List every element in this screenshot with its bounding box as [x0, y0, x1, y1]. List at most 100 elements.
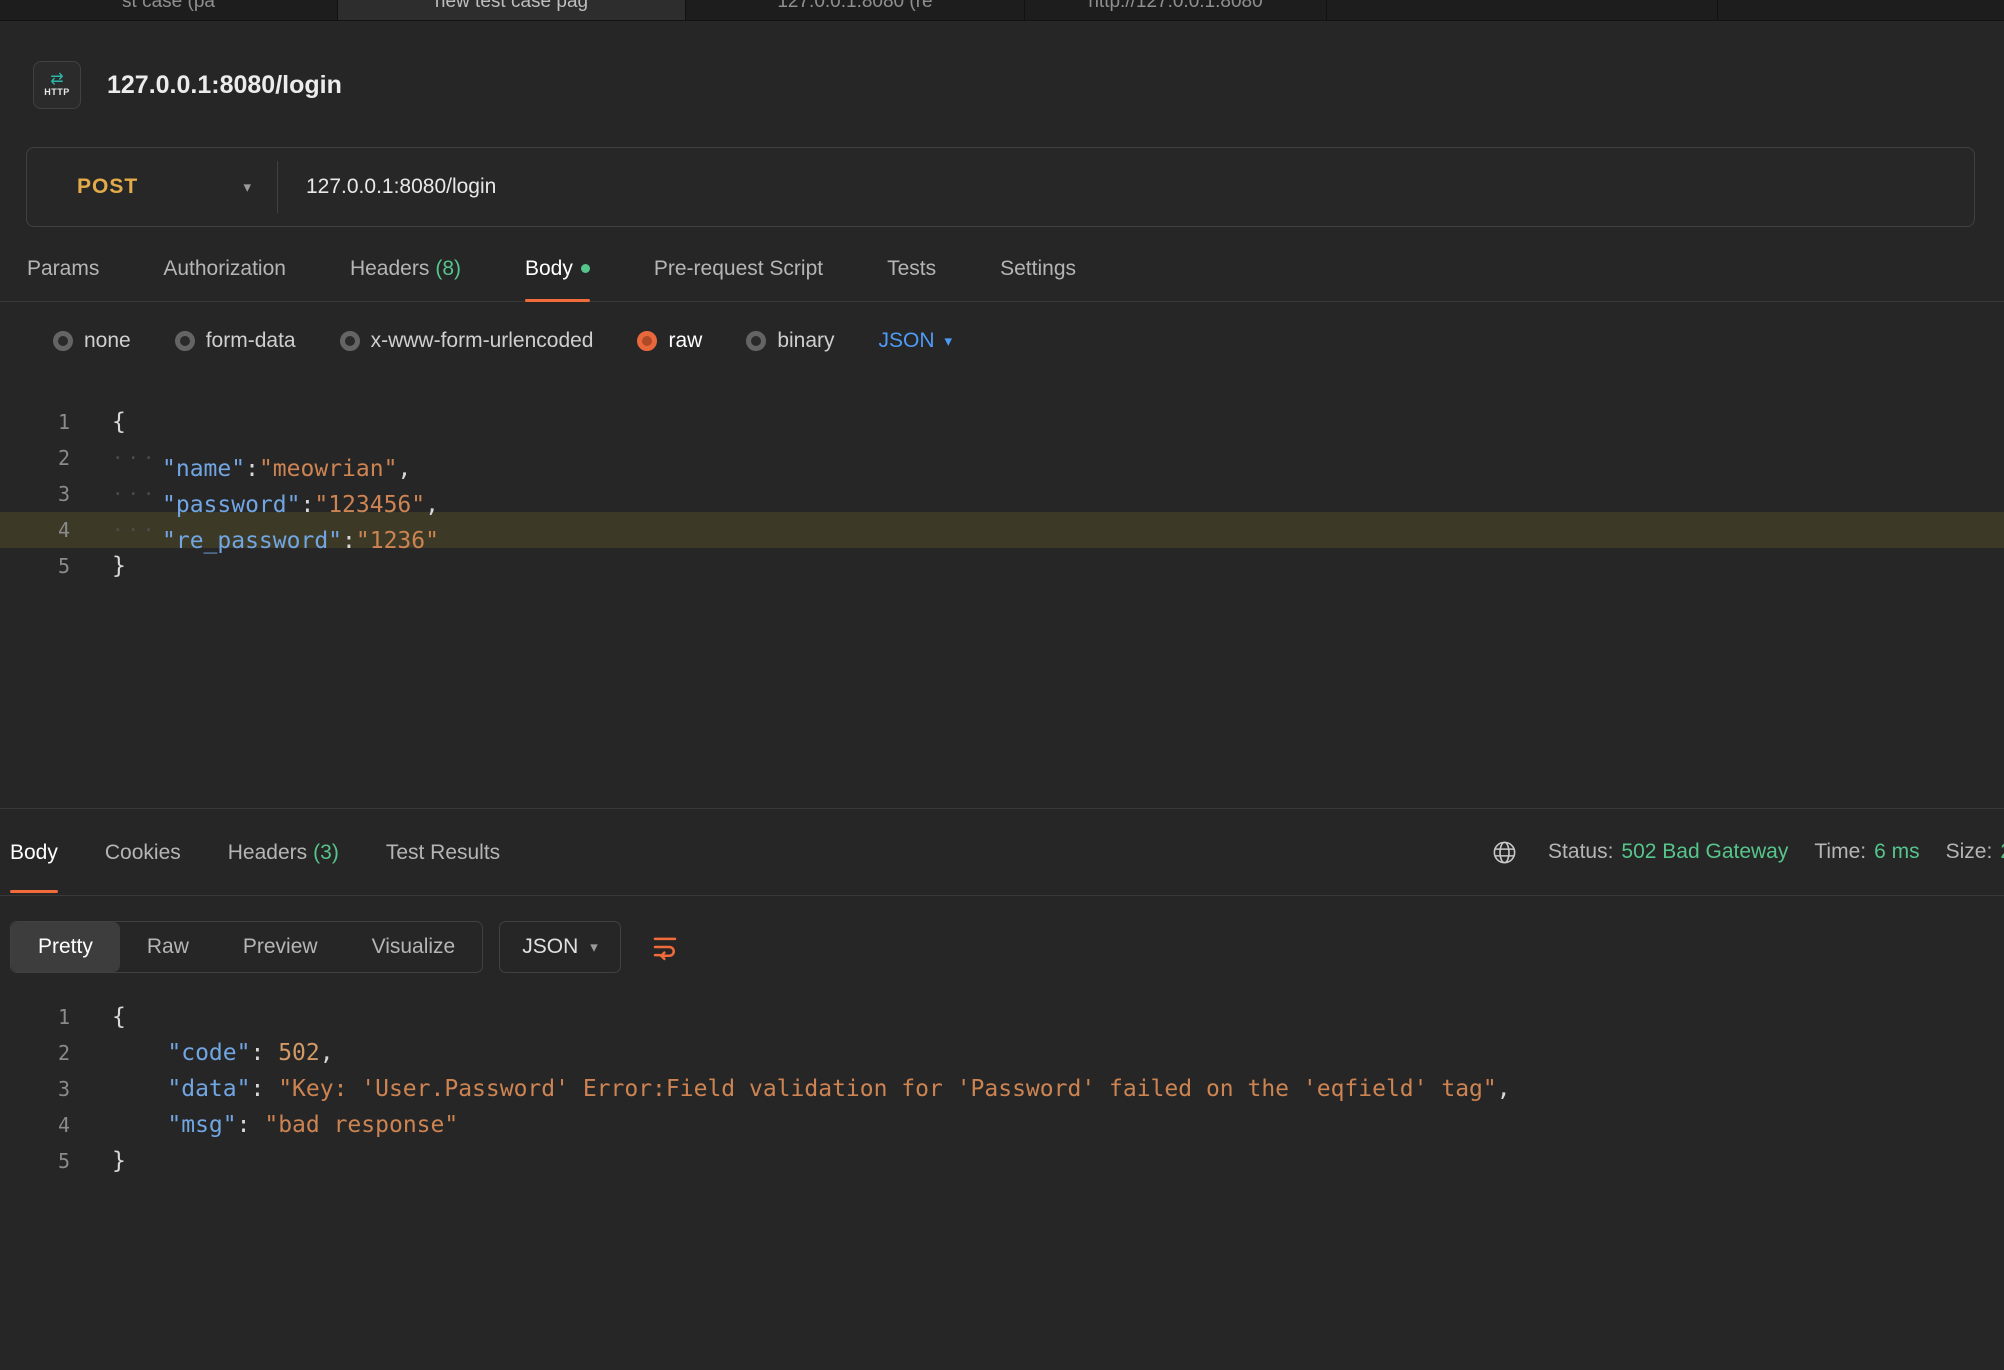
tab-label: Settings	[1000, 257, 1076, 280]
workspace-tab[interactable]: http://127.0.0.1:8080	[1025, 0, 1327, 20]
line-number: 3	[0, 476, 70, 512]
json-number: 502	[278, 1040, 320, 1066]
tab-body[interactable]: Body	[525, 257, 590, 301]
radio-form-data[interactable]: form-data	[175, 329, 296, 353]
line-number: 5	[0, 548, 70, 584]
radio-label: form-data	[206, 329, 296, 353]
json-colon: :	[342, 528, 356, 554]
code-line-highlighted: 4 ···"re_password":"1236"	[0, 512, 2004, 548]
headers-count-badge: (8)	[435, 257, 461, 280]
view-label: Raw	[147, 935, 189, 959]
line-number: 1	[0, 404, 70, 440]
workspace-tab-strip: st case (pa new test case pag 127.0.0.1:…	[0, 0, 2004, 21]
code-line: 1 {	[0, 999, 2004, 1035]
line-number: 4	[0, 512, 70, 548]
tab-headers[interactable]: Headers(8)	[350, 257, 461, 301]
workspace-tab[interactable]: 127.0.0.1:8080 (re	[686, 0, 1025, 20]
view-pretty[interactable]: Pretty	[11, 922, 120, 972]
radio-icon	[340, 331, 360, 351]
body-format-select[interactable]: JSON ▾	[879, 329, 953, 353]
tab-label: Authorization	[163, 257, 286, 280]
json-comma: ,	[320, 1040, 334, 1066]
tab-label: Body	[10, 841, 58, 864]
tab-params[interactable]: Params	[27, 257, 99, 301]
view-preview[interactable]: Preview	[216, 922, 345, 972]
radio-icon	[53, 331, 73, 351]
workspace-tab[interactable]: st case (pa	[0, 0, 338, 20]
view-label: Pretty	[38, 935, 93, 959]
response-tab-body[interactable]: Body	[10, 811, 58, 893]
response-tab-test-results[interactable]: Test Results	[386, 811, 500, 893]
line-number: 3	[0, 1071, 70, 1107]
indent-guide: ···	[112, 512, 162, 548]
tab-authorization[interactable]: Authorization	[163, 257, 286, 301]
view-label: Preview	[243, 935, 318, 959]
request-header: ⇄ HTTP 127.0.0.1:8080/login	[33, 61, 2004, 109]
workspace-tab[interactable]	[1327, 0, 1718, 20]
response-metrics: Status: 502 Bad Gateway Time: 6 ms Size:…	[1491, 839, 2004, 866]
indent	[112, 1076, 167, 1102]
status-value: 502 Bad Gateway	[1621, 840, 1788, 864]
tab-label: Tests	[887, 257, 936, 280]
radio-raw[interactable]: raw	[637, 329, 702, 353]
view-raw[interactable]: Raw	[120, 922, 216, 972]
radio-selected-icon	[637, 331, 657, 351]
network-globe-icon[interactable]	[1491, 839, 1518, 866]
tab-pre-request-script[interactable]: Pre-request Script	[654, 257, 823, 301]
response-tab-cookies[interactable]: Cookies	[105, 811, 181, 893]
indent-guide: ···	[112, 440, 162, 476]
json-key: "code"	[167, 1040, 250, 1066]
chevron-down-icon: ▾	[243, 178, 251, 196]
status-label: Status:	[1548, 840, 1613, 864]
size-value: 2	[2000, 840, 2004, 864]
tab-settings[interactable]: Settings	[1000, 257, 1076, 301]
tab-label: Body	[525, 257, 573, 280]
tab-tests[interactable]: Tests	[887, 257, 936, 301]
radio-label: none	[84, 329, 131, 353]
radio-binary[interactable]: binary	[746, 329, 834, 353]
workspace-tab-active[interactable]: new test case pag	[338, 0, 686, 20]
code-line: 4 "msg": "bad response"	[0, 1107, 2004, 1143]
code-line: 2 ···"name":"meowrian",	[0, 440, 2004, 476]
workspace-tab-strip-spacer	[1718, 0, 2004, 20]
divider	[277, 161, 278, 213]
json-colon: :	[237, 1112, 265, 1138]
method-label: POST	[77, 175, 138, 199]
line-number: 4	[0, 1107, 70, 1143]
code-line: 3 ···"password":"123456",	[0, 476, 2004, 512]
body-format-label: JSON	[879, 329, 935, 353]
json-brace: {	[112, 1004, 126, 1030]
url-input[interactable]: 127.0.0.1:8080/login	[306, 175, 496, 199]
response-format-select[interactable]: JSON ▾	[499, 921, 621, 973]
view-visualize[interactable]: Visualize	[345, 922, 483, 972]
code-line: 1 {	[0, 404, 2004, 440]
json-key: "data"	[167, 1076, 250, 1102]
radio-none[interactable]: none	[53, 329, 131, 353]
request-url-bar: POST ▾ 127.0.0.1:8080/login	[26, 147, 1975, 227]
body-mode-row: none form-data x-www-form-urlencoded raw…	[53, 328, 2004, 354]
response-body-viewer[interactable]: 1 { 2 "code": 502, 3 "data": "Key: 'User…	[0, 999, 2004, 1179]
workspace-tab-label: 127.0.0.1:8080 (re	[777, 0, 932, 11]
size-badge: Size: 2	[1946, 840, 2004, 864]
json-brace: {	[112, 409, 126, 435]
json-comma: ,	[1497, 1076, 1511, 1102]
tab-label: Headers	[228, 841, 307, 864]
indent	[112, 1040, 167, 1066]
line-number: 1	[0, 999, 70, 1035]
method-select[interactable]: POST ▾	[27, 148, 277, 226]
json-value: "Key: 'User.Password' Error:Field valida…	[278, 1076, 1497, 1102]
time-badge: Time: 6 ms	[1814, 840, 1919, 864]
request-body-editor[interactable]: 1 { 2 ···"name":"meowrian", 3 ···"passwo…	[0, 354, 2004, 809]
json-colon: :	[250, 1040, 278, 1066]
body-filled-dot	[581, 264, 590, 273]
http-arrows-icon: ⇄	[50, 73, 63, 87]
json-value: "bad response"	[264, 1112, 458, 1138]
workspace-tab-label: http://127.0.0.1:8080	[1088, 0, 1262, 11]
radio-x-www-form-urlencoded[interactable]: x-www-form-urlencoded	[340, 329, 594, 353]
response-tab-headers[interactable]: Headers(3)	[228, 811, 339, 893]
line-number: 2	[0, 440, 70, 476]
wrap-text-button[interactable]	[639, 921, 691, 973]
json-brace: }	[112, 1148, 126, 1174]
tab-label: Params	[27, 257, 99, 280]
time-label: Time:	[1814, 840, 1866, 864]
